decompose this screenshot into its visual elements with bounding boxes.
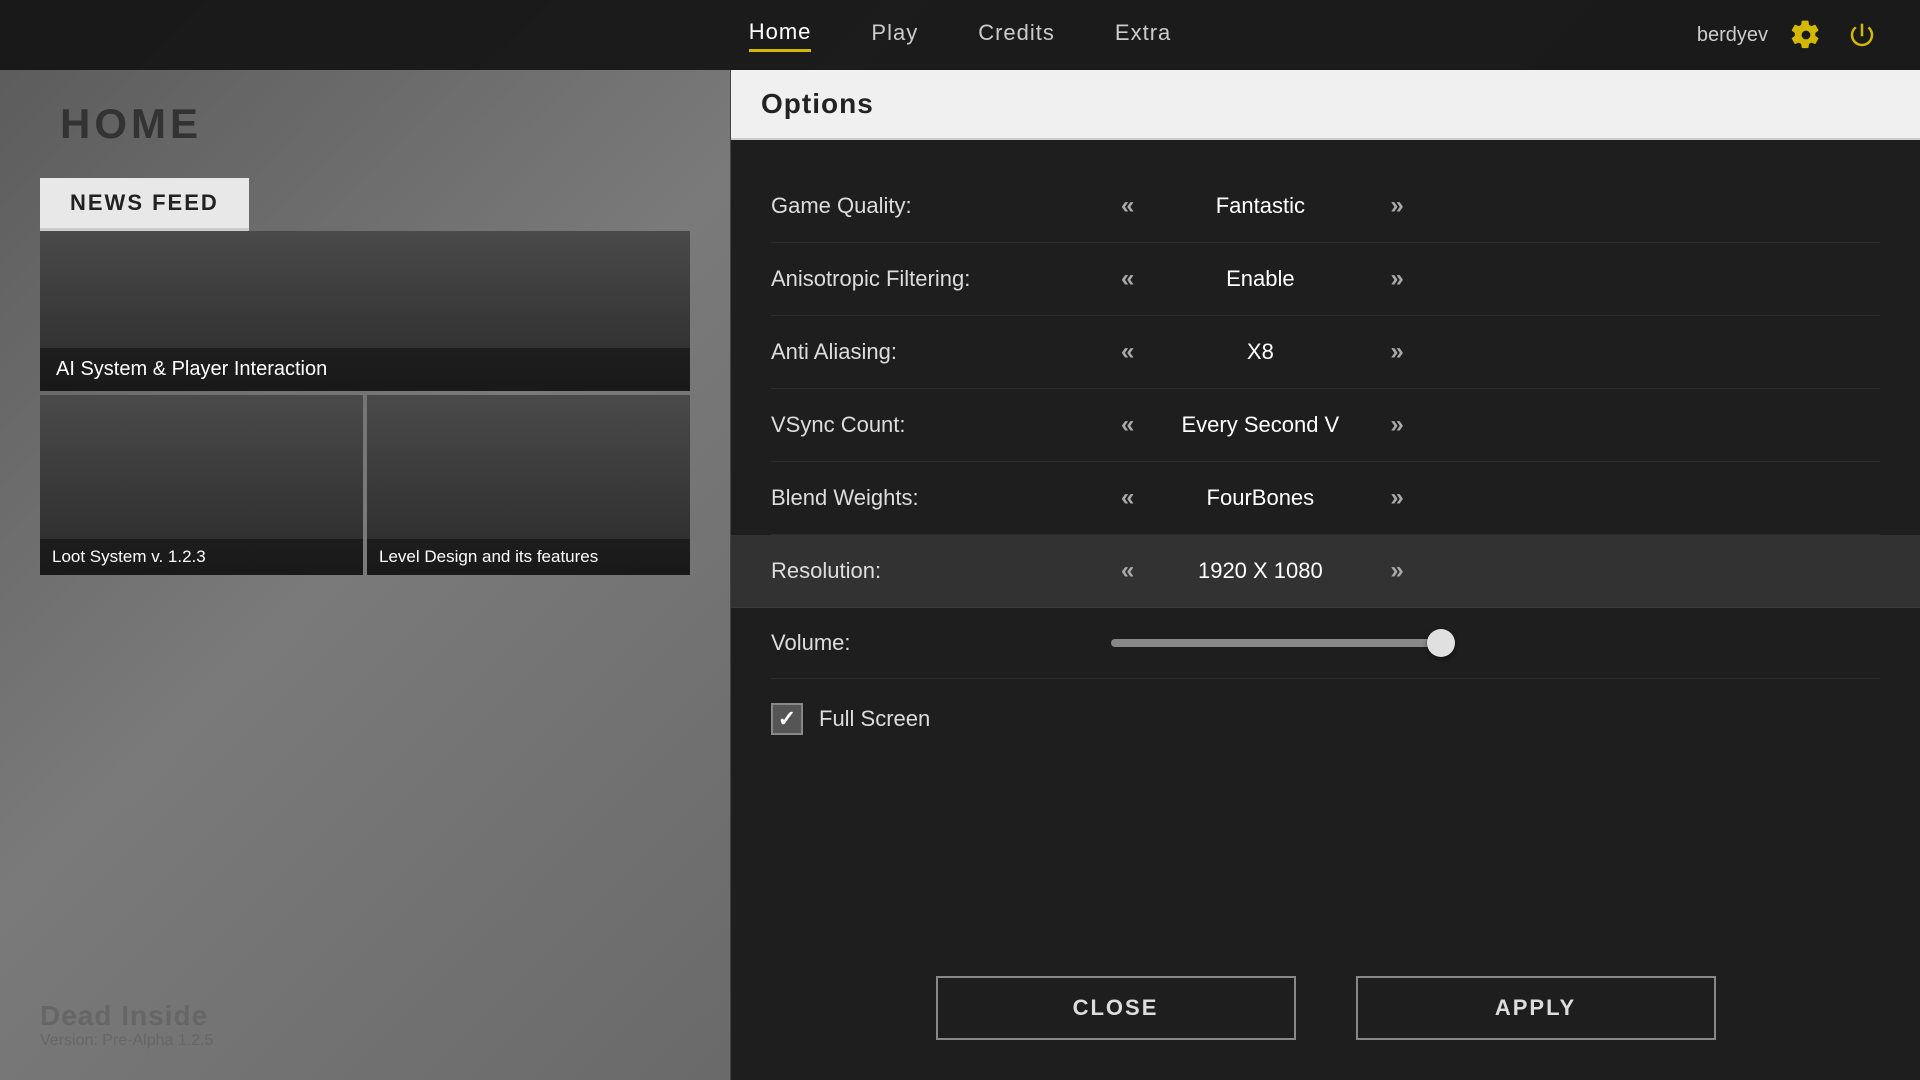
home-title: HOME: [40, 100, 690, 148]
game-quality-left[interactable]: «: [1111, 188, 1140, 224]
nav-item-credits[interactable]: Credits: [978, 20, 1055, 50]
volume-label: Volume:: [771, 630, 1111, 656]
nav-item-play[interactable]: Play: [871, 20, 918, 50]
option-row-game-quality: Game Quality: « Fantastic »: [771, 170, 1880, 243]
options-buttons: Close Apply: [731, 976, 1920, 1040]
game-quality-label: Game Quality:: [771, 193, 1111, 219]
vsync-control: « Every Second V »: [1111, 407, 1880, 443]
news-feed-area: AI System & Player Interaction Loot Syst…: [40, 231, 690, 575]
game-quality-right[interactable]: »: [1380, 188, 1409, 224]
vsync-right[interactable]: »: [1380, 407, 1409, 443]
option-row-anti-aliasing: Anti Aliasing: « X8 »: [771, 316, 1880, 389]
apply-button[interactable]: Apply: [1356, 976, 1716, 1040]
news-item-main[interactable]: AI System & Player Interaction: [40, 231, 690, 391]
vsync-label: VSync Count:: [771, 412, 1111, 438]
resolution-value: 1920 X 1080: [1160, 558, 1360, 584]
anisotropic-label: Anisotropic Filtering:: [771, 266, 1111, 292]
game-quality-value: Fantastic: [1160, 193, 1360, 219]
option-row-anisotropic: Anisotropic Filtering: « Enable »: [771, 243, 1880, 316]
main-content: HOME NEWS FEED AI System & Player Intera…: [0, 70, 1920, 1080]
anti-aliasing-left[interactable]: «: [1111, 334, 1140, 370]
nav-item-home[interactable]: Home: [749, 19, 812, 52]
game-version: Version: Pre-Alpha 1.2.5: [40, 1032, 213, 1050]
blend-weights-value: FourBones: [1160, 485, 1360, 511]
power-icon[interactable]: [1844, 17, 1880, 53]
nav-links: Home Play Credits Extra: [40, 19, 1880, 52]
option-row-resolution: Resolution: « 1920 X 1080 »: [731, 535, 1920, 608]
options-body: Game Quality: « Fantastic » Anisotropic …: [731, 140, 1920, 789]
nav-right: berdyev: [1697, 17, 1880, 53]
option-row-vsync: VSync Count: « Every Second V »: [771, 389, 1880, 462]
anti-aliasing-control: « X8 »: [1111, 334, 1880, 370]
anti-aliasing-value: X8: [1160, 339, 1360, 365]
anti-aliasing-right[interactable]: »: [1380, 334, 1409, 370]
news-item-level[interactable]: Level Design and its features: [367, 395, 690, 575]
game-quality-control: « Fantastic »: [1111, 188, 1880, 224]
username-label: berdyev: [1697, 24, 1768, 47]
fullscreen-row: Full Screen: [771, 679, 1880, 759]
blend-weights-control: « FourBones »: [1111, 480, 1880, 516]
options-header: Options: [731, 70, 1920, 140]
options-title: Options: [761, 88, 874, 119]
anisotropic-value: Enable: [1160, 266, 1360, 292]
fullscreen-label: Full Screen: [819, 706, 930, 732]
news-feed-tab[interactable]: NEWS FEED: [40, 178, 249, 231]
bottom-info: Dead Inside Version: Pre-Alpha 1.2.5: [40, 1000, 213, 1050]
fullscreen-checkbox[interactable]: [771, 703, 803, 735]
resolution-label: Resolution:: [771, 558, 1111, 584]
nav-item-extra[interactable]: Extra: [1115, 20, 1171, 50]
gear-icon[interactable]: [1788, 17, 1824, 53]
news-row: Loot System v. 1.2.3 Level Design and it…: [40, 395, 690, 575]
vsync-left[interactable]: «: [1111, 407, 1140, 443]
navbar: Home Play Credits Extra berdyev: [0, 0, 1920, 70]
resolution-right[interactable]: »: [1380, 553, 1409, 589]
resolution-control: « 1920 X 1080 »: [1111, 553, 1880, 589]
close-button[interactable]: Close: [936, 976, 1296, 1040]
vsync-value: Every Second V: [1160, 412, 1360, 438]
anisotropic-control: « Enable »: [1111, 261, 1880, 297]
anti-aliasing-label: Anti Aliasing:: [771, 339, 1111, 365]
anisotropic-left[interactable]: «: [1111, 261, 1140, 297]
anisotropic-right[interactable]: »: [1380, 261, 1409, 297]
volume-row: Volume:: [771, 608, 1880, 679]
news-item-main-caption: AI System & Player Interaction: [40, 348, 690, 391]
volume-slider-thumb[interactable]: [1427, 629, 1455, 657]
blend-weights-right[interactable]: »: [1380, 480, 1409, 516]
options-panel: Options Game Quality: « Fantastic » Anis…: [730, 70, 1920, 1080]
resolution-left[interactable]: «: [1111, 553, 1140, 589]
news-item-level-caption: Level Design and its features: [367, 539, 690, 575]
volume-slider-container: [1111, 639, 1880, 647]
blend-weights-label: Blend Weights:: [771, 485, 1111, 511]
game-name: Dead Inside: [40, 1000, 213, 1032]
home-section: HOME NEWS FEED AI System & Player Intera…: [0, 70, 730, 1080]
blend-weights-left[interactable]: «: [1111, 480, 1140, 516]
option-row-blend-weights: Blend Weights: « FourBones »: [771, 462, 1880, 535]
news-item-loot-caption: Loot System v. 1.2.3: [40, 539, 363, 575]
news-item-loot[interactable]: Loot System v. 1.2.3: [40, 395, 363, 575]
volume-slider-track[interactable]: [1111, 639, 1451, 647]
